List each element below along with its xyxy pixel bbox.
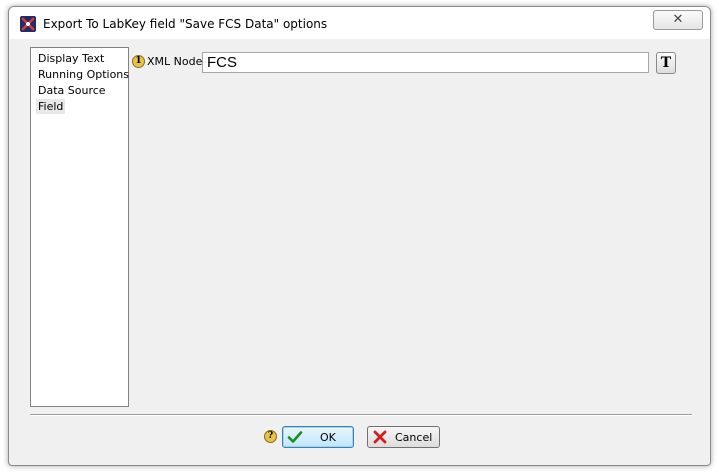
nav-item-data-source[interactable]: Data Source: [36, 83, 108, 98]
app-icon: [20, 16, 36, 32]
close-button[interactable]: ✕: [653, 10, 703, 30]
help-marker-1-icon[interactable]: 1: [132, 55, 145, 68]
ok-label: OK: [320, 431, 336, 444]
cancel-label: Cancel: [395, 431, 433, 444]
footer-divider: [30, 414, 692, 416]
title-bar[interactable]: Export To LabKey field "Save FCS Data" o…: [9, 7, 710, 39]
text-format-button[interactable]: T: [656, 52, 676, 74]
cancel-x-icon: [373, 430, 387, 444]
options-nav-list[interactable]: Display Text Running Options Data Source…: [30, 47, 129, 407]
xml-node-input[interactable]: FCS: [202, 52, 649, 73]
ok-button[interactable]: OK: [282, 426, 354, 448]
nav-item-field[interactable]: Field: [36, 99, 66, 114]
check-icon: [287, 431, 303, 443]
nav-item-display-text[interactable]: Display Text: [36, 51, 106, 66]
help-marker-2-icon[interactable]: ?: [264, 430, 277, 443]
window-title: Export To LabKey field "Save FCS Data" o…: [43, 17, 328, 31]
xml-node-label: XML Node: [147, 55, 203, 68]
options-dialog: Export To LabKey field "Save FCS Data" o…: [8, 6, 711, 466]
cancel-button[interactable]: Cancel: [367, 426, 440, 448]
nav-item-running-options[interactable]: Running Options: [36, 67, 131, 82]
close-icon: ✕: [672, 12, 684, 27]
